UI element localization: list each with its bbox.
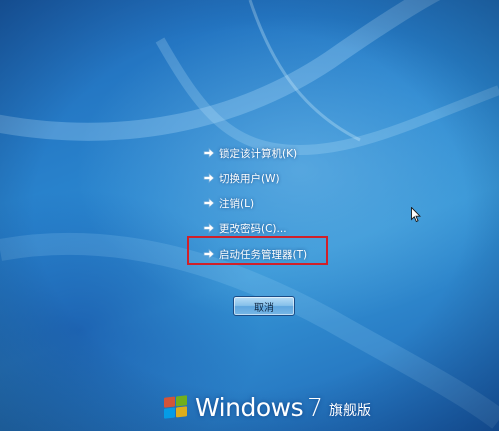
log-off-option[interactable]: 注销(L) — [203, 194, 254, 212]
switch-user-label: 切换用户(W) — [219, 172, 280, 185]
brand-edition: 旗舰版 — [329, 403, 372, 419]
brand-name: Windows — [195, 392, 304, 422]
arrow-right-icon — [203, 222, 215, 234]
lock-computer-label: 锁定该计算机(K) — [219, 147, 298, 160]
ctrl-alt-del-screen: 锁定该计算机(K) 切换用户(W) 注销(L) 更改密码(C)... 启动任务管… — [0, 0, 499, 431]
windows-branding: Windows 7 旗舰版 — [161, 389, 371, 425]
windows-logo-icon — [164, 395, 187, 419]
log-off-label: 注销(L) — [219, 197, 255, 210]
arrow-right-icon — [203, 172, 215, 184]
arrow-right-icon — [203, 197, 215, 209]
mouse-pointer-icon — [411, 207, 421, 223]
task-manager-highlight-box — [187, 236, 328, 265]
change-password-option[interactable]: 更改密码(C)... — [203, 219, 287, 237]
lock-computer-option[interactable]: 锁定该计算机(K) — [203, 144, 297, 162]
change-password-label: 更改密码(C)... — [219, 222, 287, 235]
cancel-button[interactable]: 取消 — [233, 296, 295, 316]
brand-version: 7 — [307, 392, 324, 422]
switch-user-option[interactable]: 切换用户(W) — [203, 169, 280, 187]
background-vignette — [0, 0, 499, 431]
arrow-right-icon — [203, 147, 215, 159]
